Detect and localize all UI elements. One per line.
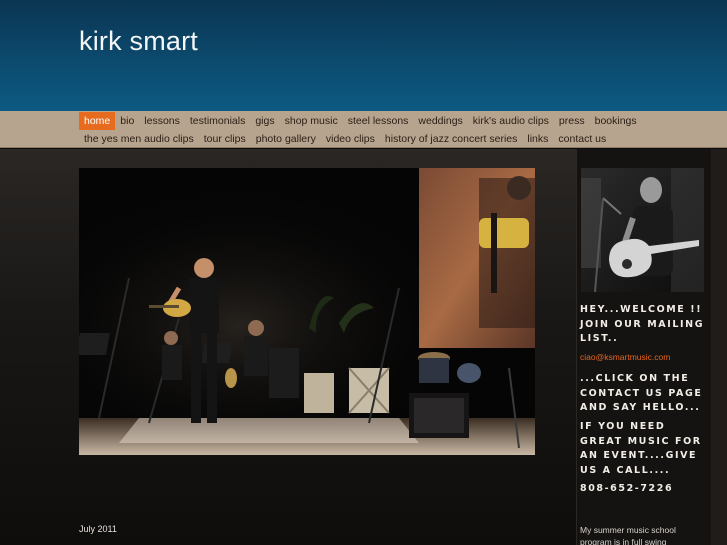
main-navigation: home bio lessons testimonials gigs shop … xyxy=(0,111,727,148)
sidebar-contact-text: ...CLICK ON THE CONTACT US PAGE AND SAY … xyxy=(580,373,703,413)
nav-item-links[interactable]: links xyxy=(522,130,553,148)
hero-concert-photo xyxy=(79,168,535,455)
sidebar-phone: 808-652-7226 xyxy=(580,483,674,494)
nav-item-testimonials[interactable]: testimonials xyxy=(185,112,250,130)
nav-item-audio-clips[interactable]: kirk's audio clips xyxy=(468,112,554,130)
nav-item-press[interactable]: press xyxy=(554,112,590,130)
nav-item-bio[interactable]: bio xyxy=(115,112,139,130)
site-header: kirk smart xyxy=(0,0,727,111)
nav-row-secondary: the yes men audio clips tour clips photo… xyxy=(79,130,611,148)
nav-item-lessons[interactable]: lessons xyxy=(139,112,185,130)
nav-item-contact-us[interactable]: contact us xyxy=(553,130,611,148)
post-date: July 2011 xyxy=(79,524,117,534)
nav-item-gigs[interactable]: gigs xyxy=(250,112,279,130)
sidebar-welcome-text: HEY...WELCOME !! JOIN OUR MAILING LIST.. xyxy=(580,304,705,344)
nav-item-photo-gallery[interactable]: photo gallery xyxy=(251,130,321,148)
nav-item-video-clips[interactable]: video clips xyxy=(321,130,380,148)
sidebar-school-text: My summer music school program is in ful… xyxy=(580,525,676,545)
nav-item-shop-music[interactable]: shop music xyxy=(280,112,343,130)
sidebar-email-link[interactable]: ciao@ksmartmusic.com xyxy=(580,352,670,362)
nav-item-home[interactable]: home xyxy=(79,112,116,130)
nav-item-weddings[interactable]: weddings xyxy=(413,112,467,130)
nav-item-yes-men-audio-clips[interactable]: the yes men audio clips xyxy=(79,130,199,148)
nav-item-bookings[interactable]: bookings xyxy=(590,112,642,130)
nav-item-steel-lessons[interactable]: steel lessons xyxy=(343,112,414,130)
sidebar-artist-photo xyxy=(581,168,704,292)
site-title[interactable]: kirk smart xyxy=(79,26,198,57)
nav-item-history-of-jazz[interactable]: history of jazz concert series xyxy=(380,130,522,148)
nav-row-primary: home bio lessons testimonials gigs shop … xyxy=(79,111,642,131)
sidebar-event-text: IF YOU NEED GREAT MUSIC FOR AN EVENT....… xyxy=(580,421,702,476)
sidebar-edge xyxy=(711,149,727,545)
nav-item-tour-clips[interactable]: tour clips xyxy=(199,130,251,148)
